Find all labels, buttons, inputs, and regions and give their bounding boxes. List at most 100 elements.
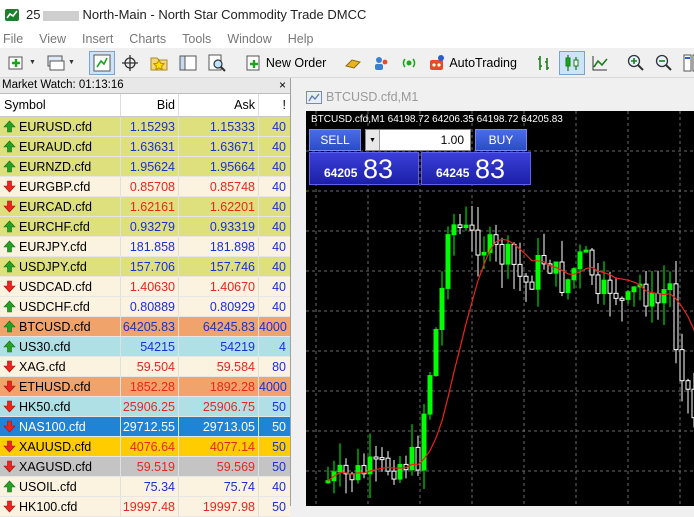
table-row[interactable]: USDJPY.cfd 157.706 157.746 40 bbox=[0, 257, 290, 277]
buy-button[interactable]: BUY bbox=[475, 129, 527, 151]
chart-tab[interactable]: BTCUSD.cfd,M1 bbox=[306, 84, 486, 110]
symbol-name: USDCAD.cfd bbox=[19, 279, 92, 294]
candle-body bbox=[517, 263, 523, 277]
ask-cell: 1.62201 bbox=[179, 197, 259, 216]
bar-chart-button[interactable] bbox=[531, 51, 557, 75]
new-order-button[interactable]: New Order bbox=[241, 51, 330, 75]
arrow-up-icon bbox=[3, 260, 16, 273]
volume-spin-down-icon[interactable]: ▼ bbox=[366, 130, 380, 150]
column-spread[interactable]: ! bbox=[259, 94, 290, 116]
table-row[interactable]: XAG.cfd 59.504 59.584 80 bbox=[0, 357, 290, 377]
ask-cell: 25906.75 bbox=[179, 397, 259, 416]
signals-button[interactable] bbox=[396, 51, 422, 75]
new-chart-button[interactable]: ▼ bbox=[3, 51, 40, 75]
price-chart[interactable]: BTCUSD.cfd,M1 64198.72 64206.35 64198.72… bbox=[306, 111, 694, 506]
sell-button[interactable]: SELL bbox=[309, 129, 361, 151]
symbol-cell: USDJPY.cfd bbox=[0, 257, 121, 276]
market-watch-button[interactable] bbox=[88, 50, 115, 75]
table-row[interactable]: EURJPY.cfd 181.858 181.898 40 bbox=[0, 237, 290, 257]
candle-body bbox=[475, 229, 481, 256]
table-row[interactable]: NAS100.cfd 29712.55 29713.05 50 bbox=[0, 417, 290, 437]
symbol-name: XAGUSD.cfd bbox=[19, 459, 92, 474]
ask-cell: 1.40670 bbox=[179, 277, 259, 296]
table-row[interactable]: USOIL.cfd 75.34 75.74 40 bbox=[0, 477, 290, 497]
table-row[interactable]: EURCAD.cfd 1.62161 1.62201 40 bbox=[0, 197, 290, 217]
volume-value[interactable]: 1.00 bbox=[380, 133, 470, 147]
terminal-button[interactable] bbox=[175, 51, 201, 75]
symbol-cell: ETHUSD.cfd bbox=[0, 377, 121, 396]
spread-cell: 50 bbox=[272, 460, 286, 474]
menu-view[interactable]: View bbox=[36, 32, 74, 46]
table-row[interactable]: ETHUSD.cfd 1852.28 1892.28 4000 bbox=[0, 377, 290, 397]
ask-cell: 29713.05 bbox=[179, 417, 259, 436]
line-chart-button[interactable] bbox=[587, 51, 613, 75]
bid-cell: 1.40630 bbox=[121, 277, 179, 296]
one-click-trading-panel: SELL ▼ 1.00 BUY 64205 83 64245 83 bbox=[309, 129, 531, 186]
symbol-name: USDCHF.cfd bbox=[19, 299, 90, 314]
new-order-icon bbox=[246, 55, 260, 70]
candle-body bbox=[661, 289, 667, 304]
table-row[interactable]: EURAUD.cfd 1.63631 1.63671 40 bbox=[0, 137, 290, 157]
menu-help[interactable]: Help bbox=[285, 32, 322, 46]
menu-file[interactable]: File bbox=[0, 32, 31, 46]
table-row[interactable]: XAGUSD.cfd 59.519 59.569 50 bbox=[0, 457, 290, 477]
expert-button[interactable] bbox=[340, 51, 366, 75]
bid-cell: 0.80889 bbox=[121, 297, 179, 316]
candle-body bbox=[673, 283, 679, 351]
autotrading-button[interactable]: AutoTrading bbox=[424, 51, 521, 75]
arrow-down-icon bbox=[3, 380, 16, 393]
chart-window: BTCUSD.cfd,M1 BTCUSD.cfd,M1 64198.72 642… bbox=[298, 78, 694, 506]
buy-price-box[interactable]: 64245 83 bbox=[421, 152, 531, 185]
volume-field[interactable]: ▼ 1.00 bbox=[365, 129, 471, 151]
tile-windows-button[interactable] bbox=[679, 51, 694, 75]
symbol-cell: HK50.cfd bbox=[0, 397, 121, 416]
menu-window[interactable]: Window bbox=[224, 32, 279, 46]
candle-body bbox=[511, 243, 517, 265]
table-row[interactable]: EURUSD.cfd 1.15293 1.15333 40 bbox=[0, 117, 290, 137]
table-row[interactable]: US30.cfd 54215 54219 4 bbox=[0, 337, 290, 357]
community-button[interactable] bbox=[368, 51, 394, 75]
symbol-cell: US30.cfd bbox=[0, 337, 121, 356]
candlestick-button[interactable] bbox=[558, 50, 585, 75]
candle-body bbox=[679, 349, 685, 382]
table-row[interactable]: HK100.cfd 19997.48 19997.98 50 bbox=[0, 497, 290, 517]
table-row[interactable]: EURNZD.cfd 1.95624 1.95664 40 bbox=[0, 157, 290, 177]
menu-charts[interactable]: Charts bbox=[126, 32, 174, 46]
strategy-tester-button[interactable] bbox=[203, 51, 231, 75]
symbol-cell: USDCAD.cfd bbox=[0, 277, 121, 296]
menu-insert[interactable]: Insert bbox=[79, 32, 121, 46]
table-row[interactable]: EURCHF.cfd 0.93279 0.93319 40 bbox=[0, 217, 290, 237]
new-chart-icon bbox=[8, 56, 23, 69]
table-row[interactable]: XAUUSD.cfd 4076.64 4077.14 50 bbox=[0, 437, 290, 457]
candle-body bbox=[667, 283, 673, 291]
line-chart-icon bbox=[592, 55, 608, 70]
spread-cell: 4 bbox=[279, 340, 286, 354]
bid-cell: 29712.55 bbox=[121, 417, 179, 436]
zoom-in-button[interactable] bbox=[623, 51, 649, 75]
table-row[interactable]: BTCUSD.cfd 64205.83 64245.83 4000 bbox=[0, 317, 290, 337]
table-row[interactable]: USDCHF.cfd 0.80889 0.80929 40 bbox=[0, 297, 290, 317]
arrow-up-icon bbox=[3, 480, 16, 493]
candle-body bbox=[607, 279, 613, 294]
symbol-name: EURCAD.cfd bbox=[19, 199, 92, 214]
ask-cell: 54219 bbox=[179, 337, 259, 356]
close-icon[interactable]: × bbox=[279, 78, 286, 93]
profiles-button[interactable]: ▼ bbox=[42, 51, 79, 75]
navigator-button[interactable] bbox=[145, 51, 173, 75]
symbol-cell: EURJPY.cfd bbox=[0, 237, 121, 256]
candle-body bbox=[421, 413, 427, 471]
column-ask[interactable]: Ask bbox=[179, 94, 259, 116]
table-row[interactable]: HK50.cfd 25906.25 25906.75 50 bbox=[0, 397, 290, 417]
zoom-out-button[interactable] bbox=[651, 51, 677, 75]
sell-price-box[interactable]: 64205 83 bbox=[309, 152, 419, 185]
column-symbol[interactable]: Symbol bbox=[0, 94, 121, 116]
ask-cell: 1.15333 bbox=[179, 117, 259, 136]
table-row[interactable]: EURGBP.cfd 0.85708 0.85748 40 bbox=[0, 177, 290, 197]
data-window-button[interactable] bbox=[117, 51, 143, 75]
ask-cell: 1.95664 bbox=[179, 157, 259, 176]
spread-cell: 80 bbox=[272, 360, 286, 374]
table-row[interactable]: USDCAD.cfd 1.40630 1.40670 40 bbox=[0, 277, 290, 297]
menu-tools[interactable]: Tools bbox=[179, 32, 219, 46]
candle-body bbox=[415, 446, 421, 471]
column-bid[interactable]: Bid bbox=[121, 94, 179, 116]
